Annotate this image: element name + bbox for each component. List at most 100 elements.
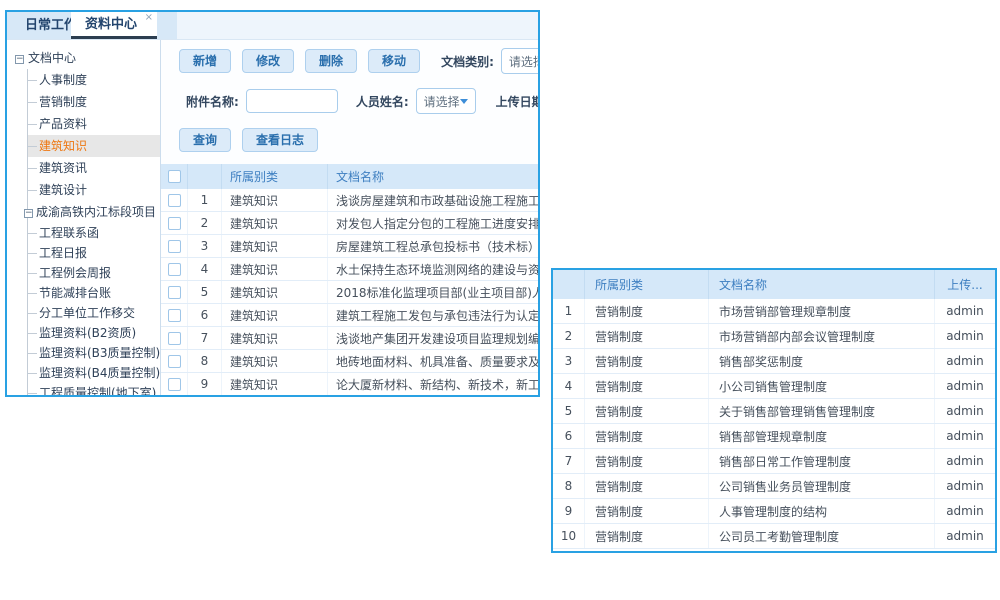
query-button[interactable]: 查询 xyxy=(179,128,231,152)
tree-item-label: 建筑资讯 xyxy=(39,161,87,175)
person-name-select[interactable]: 请选择 xyxy=(416,88,476,114)
row-checkbox[interactable] xyxy=(168,194,181,207)
row-checkbox[interactable] xyxy=(168,240,181,253)
row-checkbox[interactable] xyxy=(168,217,181,230)
attachment-name-input[interactable] xyxy=(246,89,338,113)
tree-item-marketing-policy[interactable]: 营销制度 xyxy=(28,91,160,113)
cell-category: 建筑知识 xyxy=(222,235,328,257)
cell-doc-name: 浅谈地产集团开发建设项目监理规划编... xyxy=(328,327,538,349)
cell-uploader: admin xyxy=(935,449,995,473)
tree-item-quality-control-basement[interactable]: 工程质量控制(地下室) xyxy=(28,383,160,396)
table-row[interactable]: 8 营销制度 公司销售业务员管理制度 admin xyxy=(553,474,995,499)
cell-category: 建筑知识 xyxy=(222,189,328,211)
cell-doc-name: 销售部奖惩制度 xyxy=(709,349,935,373)
row-checkbox[interactable] xyxy=(168,355,181,368)
table-header-row: 所属别类 文档名称 xyxy=(161,164,538,189)
table-row[interactable]: 8 建筑知识 地砖地面材料、机具准备、质量要求及... xyxy=(161,350,538,373)
collapse-icon[interactable]: − xyxy=(15,55,24,64)
cell-index: 2 xyxy=(188,212,222,234)
cell-doc-name: 销售部日常工作管理制度 xyxy=(709,449,935,473)
table-row[interactable]: 3 建筑知识 房屋建筑工程总承包投标书（技术标）... xyxy=(161,235,538,258)
tree-item-label: 营销制度 xyxy=(39,95,87,109)
cell-category: 营销制度 xyxy=(585,349,709,373)
tree-item-unit-work-transfer[interactable]: 分工单位工作移交 xyxy=(28,303,160,323)
cell-doc-name: 关于销售部管理销售管理制度 xyxy=(709,399,935,423)
table-row[interactable]: 4 建筑知识 水土保持生态环境监测网络的建设与资... xyxy=(161,258,538,281)
chevron-down-icon xyxy=(460,99,468,104)
table-row[interactable]: 9 建筑知识 论大厦新材料、新结构、新技术，新工... xyxy=(161,373,538,396)
move-button[interactable]: 移动 xyxy=(368,49,420,73)
row-checkbox[interactable] xyxy=(168,332,181,345)
cell-uploader: admin xyxy=(935,374,995,398)
cell-doc-name: 2018标准化监理项目部(业主项目部)人员... xyxy=(328,281,538,303)
row-checkbox[interactable] xyxy=(168,378,181,391)
tree-item-supervision-b3[interactable]: 监理资料(B3质量控制) xyxy=(28,343,160,363)
tree-item-project-daily-report[interactable]: 工程日报 xyxy=(28,243,160,263)
upload-date-label: 上传日期 xyxy=(496,93,538,110)
close-icon[interactable]: × xyxy=(145,13,153,23)
tree-item-construction-news[interactable]: 建筑资讯 xyxy=(28,157,160,179)
table-row[interactable]: 5 建筑知识 2018标准化监理项目部(业主项目部)人员... xyxy=(161,281,538,304)
tree-subroot-label: 成渝高铁内江标段项目 xyxy=(36,205,156,219)
marketing-policy-table: 所属别类 文档名称 上传... 1 营销制度 市场营销部管理规章制度 admin… xyxy=(553,270,995,549)
tree-item-supervision-b4[interactable]: 监理资料(B4质量控制) xyxy=(28,363,160,383)
delete-button[interactable]: 删除 xyxy=(305,49,357,73)
table-row[interactable]: 6 建筑知识 建筑工程施工发包与承包违法行为认定... xyxy=(161,304,538,327)
view-log-button[interactable]: 查看日志 xyxy=(242,128,318,152)
cell-doc-name: 对发包人指定分包的工程施工进度安排... xyxy=(328,212,538,234)
tree-item-label: 节能减排台账 xyxy=(39,286,111,300)
cell-index: 6 xyxy=(553,424,585,448)
cell-category: 建筑知识 xyxy=(222,281,328,303)
tab-data-center-label: 资料中心 xyxy=(85,17,137,32)
row-checkbox[interactable] xyxy=(168,309,181,322)
table-row[interactable]: 2 营销制度 市场营销部内部会议管理制度 admin xyxy=(553,324,995,349)
cell-index: 10 xyxy=(553,524,585,548)
tree-item-label: 工程联系函 xyxy=(39,226,99,240)
cell-category: 营销制度 xyxy=(585,374,709,398)
tree-subroot-railway-project[interactable]: −成渝高铁内江标段项目 xyxy=(28,201,160,223)
table-row[interactable]: 7 建筑知识 浅谈地产集团开发建设项目监理规划编... xyxy=(161,327,538,350)
tree-item-weekly-meeting-report[interactable]: 工程例会周报 xyxy=(28,263,160,283)
table-row[interactable]: 9 营销制度 人事管理制度的结构 admin xyxy=(553,499,995,524)
cell-doc-name: 市场营销部内部会议管理制度 xyxy=(709,324,935,348)
toolbar-row-query: 查询 查看日志 xyxy=(179,128,538,152)
cell-category: 营销制度 xyxy=(585,324,709,348)
tab-data-center[interactable]: 资料中心 × xyxy=(71,12,157,39)
tree-item-project-contact-letter[interactable]: 工程联系函 xyxy=(28,223,160,243)
tree-item-supervision-b2[interactable]: 监理资料(B2资质) xyxy=(28,323,160,343)
header-cell-uploader: 上传... xyxy=(935,270,995,299)
cell-index: 1 xyxy=(188,189,222,211)
tree-item-construction-knowledge[interactable]: 建筑知识 xyxy=(28,135,160,157)
add-button[interactable]: 新增 xyxy=(179,49,231,73)
tree-item-energy-saving-ledger[interactable]: 节能减排台账 xyxy=(28,283,160,303)
row-checkbox[interactable] xyxy=(168,286,181,299)
tree-item-product-data[interactable]: 产品资料 xyxy=(28,113,160,135)
tree-root-document-center[interactable]: −文档中心 xyxy=(15,47,160,69)
table-row[interactable]: 5 营销制度 关于销售部管理销售管理制度 admin xyxy=(553,399,995,424)
table-row[interactable]: 7 营销制度 销售部日常工作管理制度 admin xyxy=(553,449,995,474)
cell-index: 3 xyxy=(553,349,585,373)
row-checkbox[interactable] xyxy=(168,263,181,276)
cell-uploader: admin xyxy=(935,524,995,548)
doc-category-select-value: 请选择 xyxy=(509,53,538,70)
doc-category-select[interactable]: 请选择 xyxy=(501,48,538,74)
select-all-checkbox[interactable] xyxy=(168,170,181,183)
cell-uploader: admin xyxy=(935,424,995,448)
collapse-icon[interactable]: − xyxy=(24,209,33,218)
cell-checkbox xyxy=(161,350,188,372)
table-row[interactable]: 2 建筑知识 对发包人指定分包的工程施工进度安排... xyxy=(161,212,538,235)
edit-button[interactable]: 修改 xyxy=(242,49,294,73)
tree-item-label: 工程例会周报 xyxy=(39,266,111,280)
table-row[interactable]: 10 营销制度 公司员工考勤管理制度 admin xyxy=(553,524,995,549)
tree-item-construction-design[interactable]: 建筑设计 xyxy=(28,179,160,201)
tree-item-personnel-policy[interactable]: 人事制度 xyxy=(28,69,160,91)
cell-checkbox xyxy=(161,373,188,395)
table-row[interactable]: 6 营销制度 销售部管理规章制度 admin xyxy=(553,424,995,449)
table-row[interactable]: 1 建筑知识 浅谈房屋建筑和市政基础设施工程施工... xyxy=(161,189,538,212)
cell-index: 3 xyxy=(188,235,222,257)
cell-index: 7 xyxy=(553,449,585,473)
cell-doc-name: 人事管理制度的结构 xyxy=(709,499,935,523)
table-row[interactable]: 4 营销制度 小公司销售管理制度 admin xyxy=(553,374,995,399)
table-row[interactable]: 3 营销制度 销售部奖惩制度 admin xyxy=(553,349,995,374)
table-row[interactable]: 1 营销制度 市场营销部管理规章制度 admin xyxy=(553,299,995,324)
